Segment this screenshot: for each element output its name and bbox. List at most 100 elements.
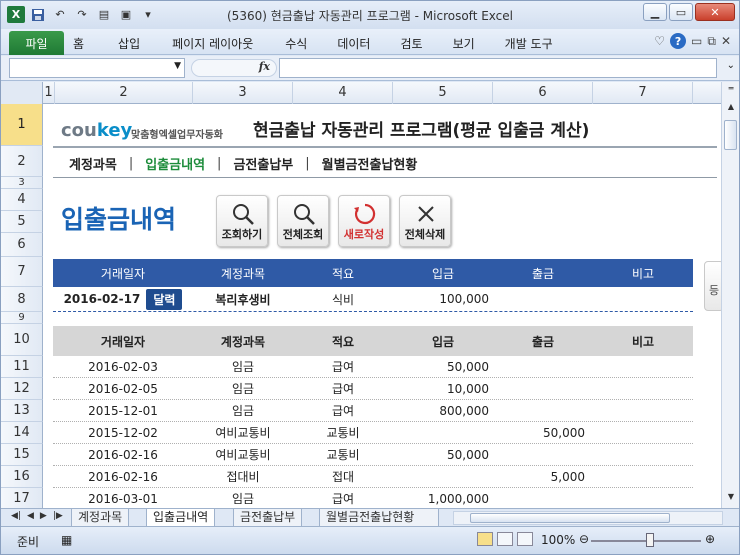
scroll-up-arrow-icon[interactable]: ▲ bbox=[724, 102, 738, 116]
row-header[interactable]: 3 bbox=[1, 177, 43, 189]
table-row[interactable]: 2015-12-02 여비교통비 교통비 50,000 bbox=[53, 422, 693, 444]
row-header[interactable]: 4 bbox=[1, 189, 43, 211]
calendar-button[interactable]: 달력 bbox=[146, 288, 183, 310]
ribbon-close-icon[interactable]: ✕ bbox=[721, 34, 731, 48]
page-layout-view-icon[interactable] bbox=[497, 532, 513, 546]
sheet-tab-monthly[interactable]: 월별금전출납현황 bbox=[319, 509, 439, 527]
horizontal-scroll-thumb[interactable] bbox=[470, 513, 670, 523]
nav-item-cashbook[interactable]: 금전출납부 bbox=[233, 154, 293, 173]
nav-item-account[interactable]: 계정과목 bbox=[69, 154, 117, 173]
ribbon-right-controls: ♡ ? ▭ ⧉ ✕ bbox=[654, 33, 731, 49]
horizontal-scrollbar[interactable] bbox=[453, 511, 723, 525]
row-header[interactable]: 2 bbox=[1, 146, 43, 177]
column-header[interactable]: 5 bbox=[393, 82, 493, 104]
input-date-cell[interactable]: 2016-02-17 달력 bbox=[53, 288, 193, 310]
header-account: 계정과목 bbox=[220, 266, 266, 281]
close-button[interactable]: ✕ bbox=[695, 3, 735, 21]
search-button[interactable]: 조회하기 bbox=[216, 195, 268, 247]
zoom-level[interactable]: 100% bbox=[541, 533, 575, 547]
tab-page-layout[interactable]: 페이지 레이아웃 bbox=[172, 35, 253, 52]
tab-formulas[interactable]: 수식 bbox=[285, 35, 307, 52]
select-all-corner[interactable] bbox=[1, 82, 43, 104]
sheet-tab-account[interactable]: 계정과목 bbox=[71, 509, 130, 527]
file-tab[interactable]: 파일 bbox=[9, 31, 64, 55]
cell-account: 임금 bbox=[231, 360, 255, 374]
table-row[interactable]: 2016-03-01 임금 급여 1,000,000 bbox=[53, 488, 693, 508]
row-header[interactable]: 15 bbox=[1, 444, 43, 466]
tab-home[interactable]: 홈 bbox=[73, 35, 84, 52]
row-header[interactable]: 13 bbox=[1, 400, 43, 422]
table-row[interactable]: 2016-02-16 여비교통비 교통비 50,000 bbox=[53, 444, 693, 466]
cell-date: 2016-02-16 bbox=[88, 469, 158, 484]
name-box-dropdown-icon[interactable]: ▼ bbox=[174, 61, 181, 71]
vertical-scroll-thumb[interactable] bbox=[724, 120, 737, 150]
row-header[interactable]: 1 bbox=[1, 104, 43, 146]
column-header[interactable]: 3 bbox=[193, 82, 293, 104]
tab-insert[interactable]: 삽입 bbox=[118, 35, 140, 52]
function-icon[interactable]: fx bbox=[259, 60, 270, 73]
tab-developer[interactable]: 개발 도구 bbox=[505, 35, 553, 52]
vertical-scrollbar[interactable]: ═ ▲ ▼ bbox=[721, 82, 739, 508]
row-header[interactable]: 11 bbox=[1, 356, 43, 378]
expand-formula-icon[interactable]: ⌄ bbox=[727, 60, 735, 71]
row-header[interactable]: 7 bbox=[1, 257, 43, 287]
delete-all-button[interactable]: 전체삭제 bbox=[399, 195, 451, 247]
scroll-down-arrow-icon[interactable]: ▼ bbox=[724, 492, 738, 506]
input-memo[interactable]: 식비 bbox=[293, 291, 393, 308]
formula-input[interactable] bbox=[279, 58, 717, 78]
maximize-button[interactable]: ▭ bbox=[669, 3, 693, 21]
tab-data[interactable]: 데이터 bbox=[337, 35, 370, 52]
nav-item-transactions[interactable]: 입출금내역 bbox=[145, 154, 205, 173]
table-row[interactable]: 2016-02-05 임금 급여 10,000 bbox=[53, 378, 693, 400]
row-header[interactable]: 10 bbox=[1, 324, 43, 356]
page-break-view-icon[interactable] bbox=[517, 532, 533, 546]
new-entry-button[interactable]: 새로작성 bbox=[338, 195, 390, 247]
nav-divider bbox=[53, 177, 717, 178]
row-header[interactable]: 6 bbox=[1, 233, 43, 257]
tab-review[interactable]: 검토 bbox=[400, 35, 422, 52]
sheet-tab-cashbook[interactable]: 금전출납부 bbox=[233, 509, 303, 527]
row-header[interactable]: 5 bbox=[1, 211, 43, 233]
ribbon-minimize-icon[interactable]: ▭ bbox=[691, 34, 702, 48]
first-sheet-icon[interactable]: ◀| bbox=[11, 511, 21, 521]
row-header[interactable]: 8 bbox=[1, 287, 43, 312]
input-deposit[interactable]: 100,000 bbox=[393, 292, 493, 306]
macro-record-icon[interactable]: ▦ bbox=[61, 533, 72, 547]
table-row[interactable]: 2016-02-16 접대비 접대 5,000 bbox=[53, 466, 693, 488]
input-row: 2016-02-17 달력 복리후생비 식비 100,000 bbox=[53, 287, 693, 312]
sheet-tab-transactions[interactable]: 입출금내역 bbox=[146, 509, 216, 527]
help-icon[interactable]: ? bbox=[670, 33, 687, 49]
last-sheet-icon[interactable]: |▶ bbox=[53, 511, 63, 521]
minimize-button[interactable]: ▁ bbox=[643, 3, 667, 21]
next-sheet-icon[interactable]: ▶ bbox=[40, 511, 47, 521]
search-all-button[interactable]: 전체조회 bbox=[277, 195, 329, 247]
table-row[interactable]: 2015-12-01 임금 급여 800,000 bbox=[53, 400, 693, 422]
tab-view[interactable]: 보기 bbox=[453, 35, 475, 52]
input-account[interactable]: 복리후생비 bbox=[193, 291, 293, 308]
row-header[interactable]: 12 bbox=[1, 378, 43, 400]
column-header[interactable]: 6 bbox=[493, 82, 593, 104]
window-title: (5360) 현금출납 자동관리 프로그램 - Microsoft Excel bbox=[227, 9, 513, 23]
scroll-split-icon[interactable]: ═ bbox=[724, 84, 738, 98]
prev-sheet-icon[interactable]: ◀ bbox=[27, 511, 34, 521]
zoom-out-icon[interactable]: ⊖ bbox=[579, 532, 589, 546]
new-entry-button-label: 새로작성 bbox=[343, 228, 385, 241]
column-header[interactable]: 4 bbox=[293, 82, 393, 104]
ribbon-restore-icon[interactable]: ⧉ bbox=[707, 34, 716, 49]
row-header[interactable]: 14 bbox=[1, 422, 43, 444]
column-header[interactable]: 1 bbox=[43, 82, 55, 104]
row-header[interactable]: 16 bbox=[1, 466, 43, 488]
row-header[interactable]: 17 bbox=[1, 488, 43, 508]
ribbon-collapse-icon[interactable]: ♡ bbox=[654, 34, 665, 48]
zoom-in-icon[interactable]: ⊕ bbox=[705, 532, 715, 546]
column-header[interactable]: 2 bbox=[55, 82, 193, 104]
input-date: 2016-02-17 bbox=[63, 292, 141, 306]
zoom-slider-knob[interactable] bbox=[646, 533, 654, 547]
cell-memo: 급여 bbox=[331, 492, 355, 506]
column-header[interactable]: 7 bbox=[593, 82, 693, 104]
nav-item-monthly-status[interactable]: 월별금전출납현황 bbox=[322, 154, 418, 173]
normal-view-icon[interactable] bbox=[477, 532, 493, 546]
name-box[interactable]: ▼ bbox=[9, 58, 185, 78]
table-row[interactable]: 2016-02-03 임금 급여 50,000 bbox=[53, 356, 693, 378]
row-header[interactable]: 9 bbox=[1, 312, 43, 324]
